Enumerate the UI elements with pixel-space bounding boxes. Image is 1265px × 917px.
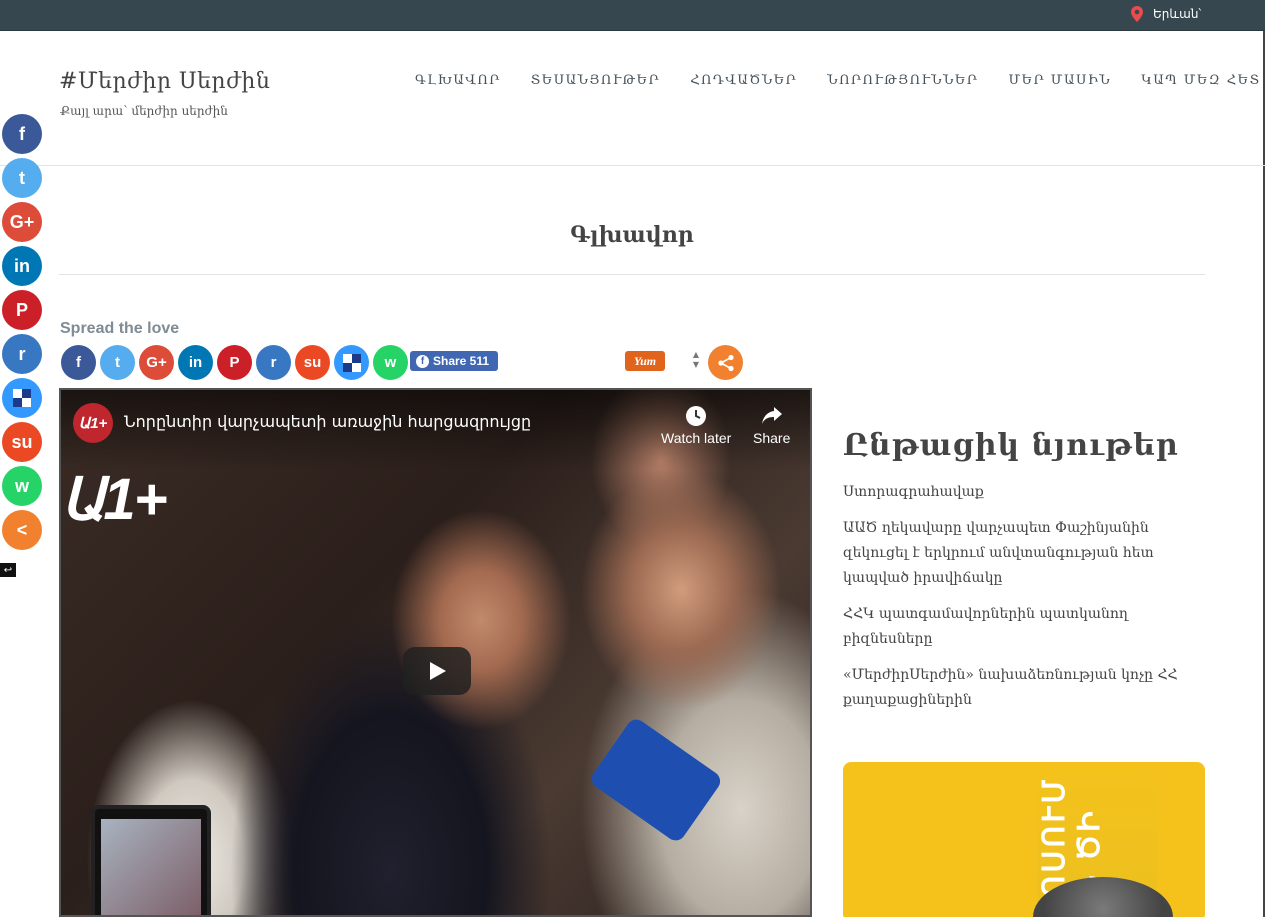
twitter-icon[interactable]: t [2, 158, 42, 198]
site-header: #Մերժիր Սերժին Քայլ արա՝ մերժիր սերժին Գ… [0, 31, 1265, 166]
stumbleupon-icon[interactable]: su [295, 345, 330, 380]
linkedin-icon[interactable]: in [178, 345, 213, 380]
nav-item-news[interactable]: ՆՈՐՈՒԹՅՈՒՆՆԵՐ [827, 73, 978, 88]
sidebar-link[interactable]: «ՄերժիրՍերժին» նախաձեռնության կոչը ՀՀ քա… [843, 663, 1183, 713]
clock-icon [686, 406, 707, 426]
sidebar-link[interactable]: ՀՀԿ պատգամավորներին պատկանող բիզնեսները [843, 602, 1183, 652]
nav-item-home[interactable]: ԳԼԽԱՎՈՐ [415, 73, 501, 88]
page-title: Գլխավոր [570, 222, 694, 248]
whatsapp-icon[interactable]: w [2, 466, 42, 506]
nav-item-about[interactable]: ՄԵՐ ՄԱՍԻՆ [1008, 73, 1111, 88]
channel-watermark: Ա1+ [61, 467, 168, 532]
share-icon[interactable]: < [2, 510, 42, 550]
facebook-share-button[interactable]: f Share 511 [410, 351, 498, 371]
sidebar-heading: Ընթացիկ նյութեր [843, 428, 1179, 463]
google-plus-icon[interactable]: G+ [139, 345, 174, 380]
share-label: Share [753, 430, 791, 446]
facebook-share-label: Share 511 [433, 354, 490, 368]
location[interactable]: Երևան՝ [1131, 6, 1201, 22]
phone-in-frame [91, 805, 211, 915]
main-nav: ԳԼԽԱՎՈՐ ՏԵՍԱՆՅՈՒԹԵՐ ՀՈԴՎԱԾՆԵՐ ՆՈՐՈՒԹՅՈՒՆ… [415, 73, 1265, 88]
location-text: Երևան՝ [1153, 7, 1202, 21]
site-tagline: Քայլ արա՝ մերժիր սերժին [60, 104, 228, 118]
facebook-icon[interactable]: f [2, 114, 42, 154]
collapse-share-icon[interactable]: ↩ [0, 563, 16, 577]
reddit-icon[interactable]: r [256, 345, 291, 380]
play-button[interactable] [403, 647, 471, 695]
twitter-icon[interactable]: t [100, 345, 135, 380]
pinterest-icon[interactable]: P [2, 290, 42, 330]
whatsapp-icon[interactable]: w [373, 345, 408, 380]
share-heading: Spread the love [60, 320, 180, 337]
facebook-icon: f [416, 354, 429, 368]
stumbleupon-icon[interactable]: su [2, 422, 42, 462]
channel-logo[interactable]: Ա1+ [73, 403, 113, 443]
top-bar: Երևան՝ [0, 0, 1265, 31]
delicious-icon[interactable] [334, 345, 369, 380]
video-player[interactable]: Ա1+ Նորընտիր վարչապետի առաջին հարցազրույ… [59, 388, 812, 917]
watch-later-label: Watch later [661, 430, 732, 446]
reddit-icon[interactable]: r [2, 334, 42, 374]
play-icon [430, 662, 446, 680]
share-buttons: f t G+ in Pr su w [61, 345, 408, 380]
map-pin-icon [1131, 6, 1143, 22]
sidebar-link[interactable]: Ստորագրահավաք [843, 480, 1183, 505]
nav-item-articles[interactable]: ՀՈԴՎԱԾՆԵՐ [690, 73, 797, 88]
forward-share-icon [761, 407, 782, 424]
sidebar-list: Ստորագրահավաք ԱԱԾ ղեկավարը վարչապետ Փաշի… [843, 480, 1183, 724]
delicious-icon[interactable] [2, 378, 42, 418]
count-stepper[interactable]: ▲ ▼ [690, 350, 702, 374]
divider [59, 274, 1205, 275]
site-title[interactable]: #Մերժիր Սերժին [59, 69, 270, 94]
watch-later-button[interactable]: Watch later [661, 402, 731, 446]
nav-item-contact[interactable]: ԿԱՊ ՄԵԶ ՀԵՏ [1141, 73, 1260, 88]
facebook-icon[interactable]: f [61, 345, 96, 380]
google-plus-icon[interactable]: G+ [2, 202, 42, 242]
floating-share-bar: f t G+ in Pr su w < [2, 114, 42, 554]
linkedin-icon[interactable]: in [2, 246, 42, 286]
more-share-button[interactable] [708, 345, 743, 380]
yummly-button[interactable]: Yum [625, 351, 665, 371]
share-icon [717, 354, 734, 371]
nav-item-videos[interactable]: ՏԵՍԱՆՅՈՒԹԵՐ [531, 73, 660, 88]
pinterest-icon[interactable]: P [217, 345, 252, 380]
campaign-poster[interactable]: ՀՈՍՈՒՄ ԵՆ ԾԻ [843, 762, 1205, 917]
sidebar-link[interactable]: ԱԱԾ ղեկավարը վարչապետ Փաշինյանին զեկուցե… [843, 516, 1183, 591]
video-share-button[interactable]: Share [753, 402, 790, 446]
video-title[interactable]: Նորընտիր վարչապետի առաջին հարցազրույցը [124, 412, 531, 431]
